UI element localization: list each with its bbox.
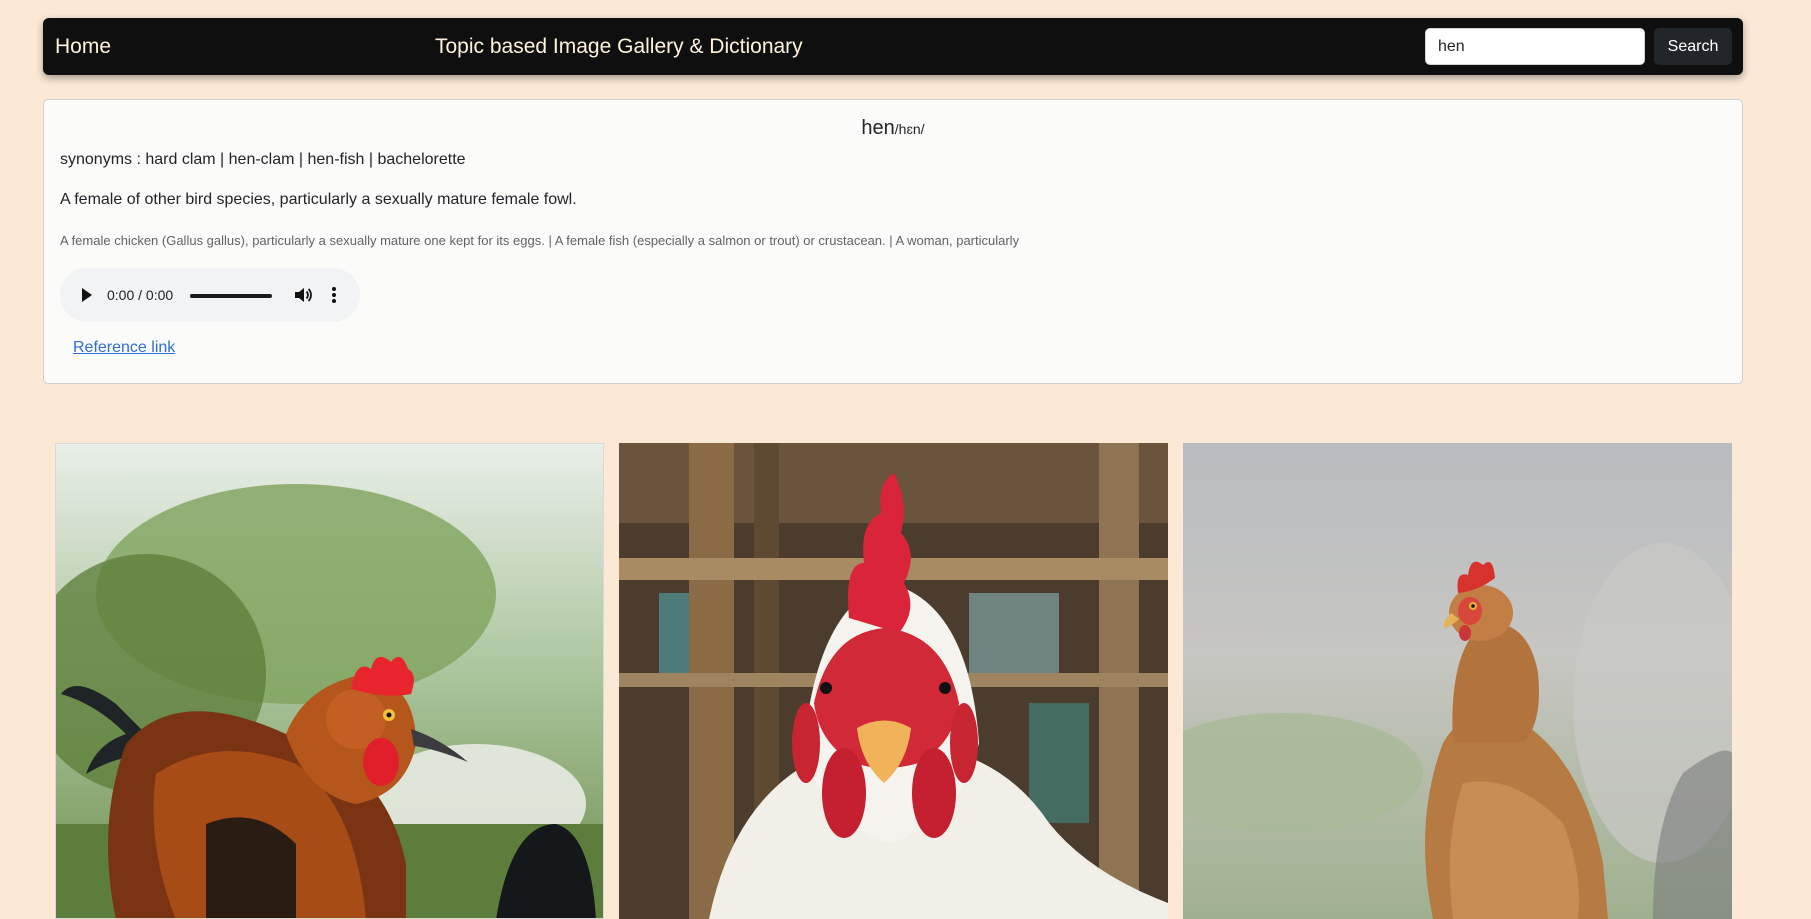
audio-time: 0:00 / 0:00 xyxy=(107,287,174,303)
search-input[interactable] xyxy=(1425,28,1645,65)
word-heading: hen/hɛn/ xyxy=(44,117,1742,140)
word: hen xyxy=(861,117,895,139)
seek-bar[interactable] xyxy=(190,294,272,298)
navbar: Home Topic based Image Gallery & Diction… xyxy=(43,18,1743,75)
audio-player[interactable]: 0:00 / 0:00 xyxy=(60,268,360,322)
more-options-icon[interactable] xyxy=(331,285,337,305)
synonyms: synonyms : hard clam | hen-clam | hen-fi… xyxy=(60,151,466,168)
dictionary-card: hen/hɛn/ synonyms : hard clam | hen-clam… xyxy=(43,99,1743,384)
site-title: Topic based Image Gallery & Dictionary xyxy=(435,35,803,58)
phonetic: /hɛn/ xyxy=(894,121,925,137)
rooster-photo-icon xyxy=(56,444,603,918)
gallery-image-3[interactable] xyxy=(1183,443,1732,919)
volume-icon[interactable] xyxy=(293,285,313,305)
definition-more: A female chicken (Gallus gallus), partic… xyxy=(60,233,1020,248)
play-icon[interactable] xyxy=(82,288,92,302)
gallery-image-2[interactable] xyxy=(619,443,1168,919)
reference-link[interactable]: Reference link xyxy=(73,339,175,357)
home-link[interactable]: Home xyxy=(55,35,111,59)
hen-photo-icon xyxy=(1183,443,1732,919)
rooster-photo-icon xyxy=(619,443,1168,919)
gallery-image-1[interactable] xyxy=(55,443,604,919)
definition-main: A female of other bird species, particul… xyxy=(60,191,577,208)
search-button[interactable]: Search xyxy=(1654,28,1732,65)
